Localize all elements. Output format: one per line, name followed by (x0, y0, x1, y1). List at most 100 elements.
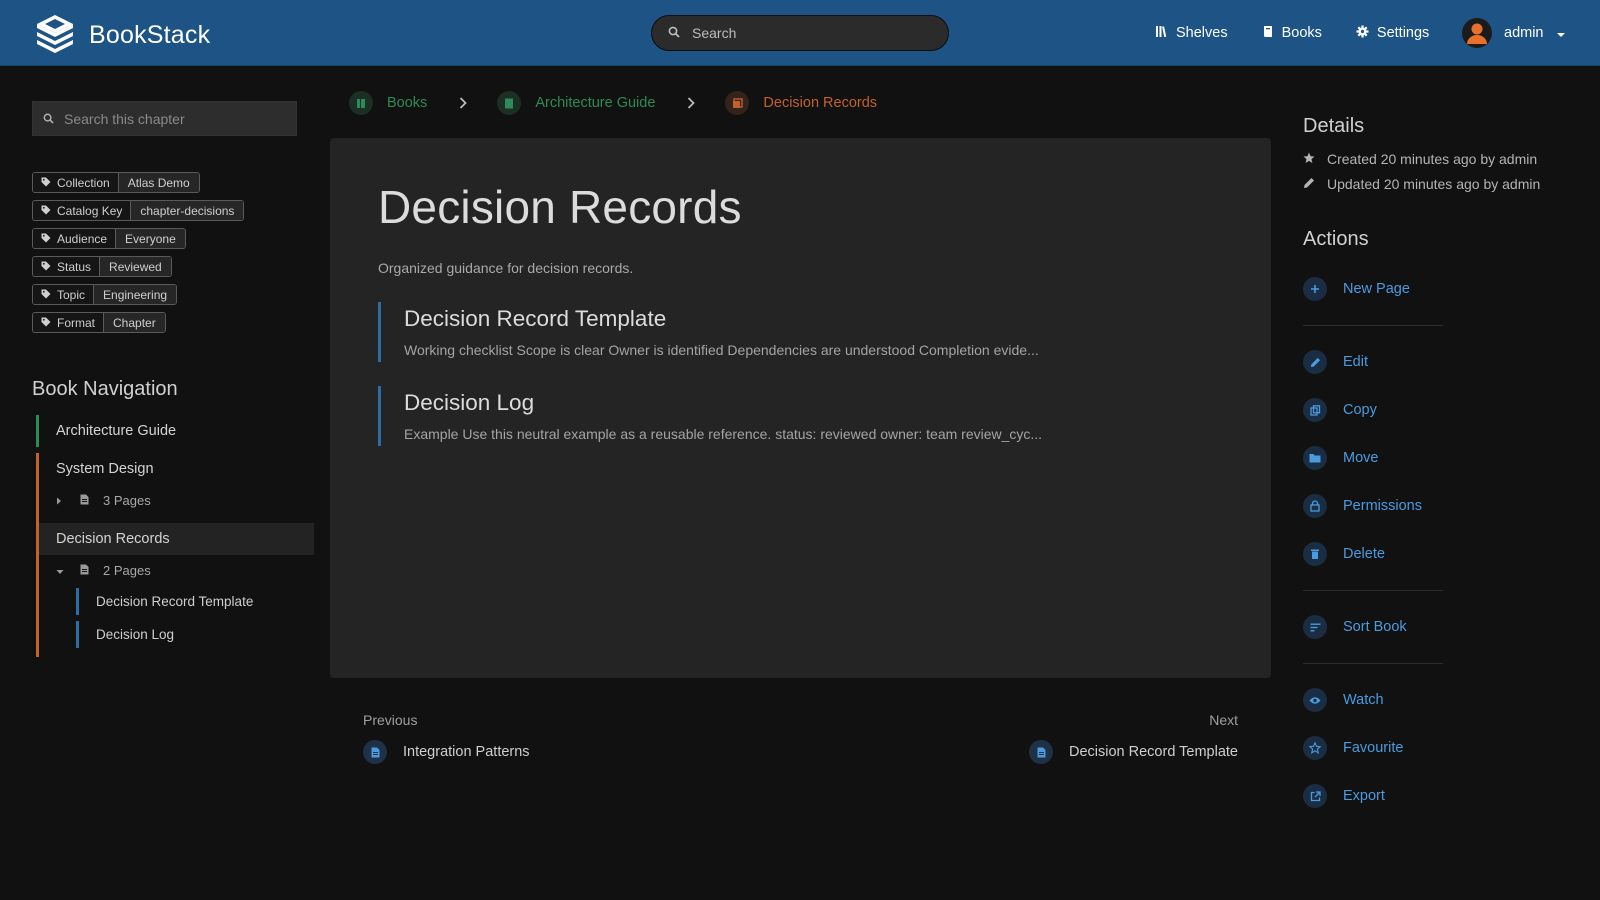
actions-list: New Page Edit Copy Move Permissions Dele… (1303, 265, 1593, 820)
watch-action[interactable]: Watch (1303, 676, 1593, 724)
chapter-content: Decision Records Organized guidance for … (330, 138, 1271, 678)
tag-value[interactable]: Engineering (93, 285, 177, 304)
tag[interactable]: Audience Everyone (32, 228, 186, 249)
edit-action[interactable]: Edit (1303, 338, 1593, 386)
avatar (1462, 18, 1492, 48)
books-icon (349, 91, 373, 115)
pencil-icon (1303, 176, 1315, 192)
tag[interactable]: Format Chapter (32, 312, 166, 333)
nav-page-link[interactable]: Decision Log (76, 618, 314, 651)
divider (1303, 663, 1443, 664)
page-entry-title[interactable]: Decision Record Template (404, 302, 1223, 332)
new-page-action[interactable]: New Page (1303, 265, 1593, 313)
chapter-search[interactable] (32, 101, 297, 136)
tag-icon (41, 176, 51, 190)
nav-books[interactable]: Books (1262, 25, 1322, 42)
nav-chapter-link[interactable]: System Design (56, 453, 314, 485)
page-entry[interactable]: Decision Record Template Working checkli… (378, 302, 1223, 362)
nav-book-link[interactable]: Architecture Guide (56, 415, 314, 447)
page-icon (1029, 740, 1054, 764)
chapter-pages-count: 2 Pages (103, 562, 151, 578)
move-action[interactable]: Move (1303, 434, 1593, 482)
tag-value[interactable]: Atlas Demo (117, 173, 199, 192)
sort-book-action[interactable]: Sort Book (1303, 603, 1593, 651)
updated-info: Updated 20 minutes ago by admin (1303, 176, 1593, 192)
breadcrumb-book-label: Architecture Guide (535, 95, 656, 111)
previous-link[interactable]: Integration Patterns (363, 740, 530, 764)
nav-chapter-item-active: Decision Records 2 Pages Decision Record… (32, 523, 314, 657)
pencil-icon (1303, 350, 1327, 374)
chapter-page-list: Decision Record Template Decision Log (32, 585, 314, 657)
nav-books-label: Books (1281, 25, 1322, 41)
nav-chapter-link[interactable]: Decision Records (56, 523, 314, 555)
new-page-label: New Page (1343, 281, 1410, 297)
actions-title: Actions (1303, 228, 1369, 250)
chapter-search-input[interactable] (64, 110, 284, 127)
tag-name: Format (57, 315, 96, 330)
nav-settings[interactable]: Settings (1356, 25, 1429, 42)
top-header: BookStack Shelves Books Settings (0, 0, 1600, 66)
trash-icon (1303, 542, 1327, 566)
permissions-label: Permissions (1343, 498, 1422, 514)
tag-value[interactable]: Everyone (115, 229, 185, 248)
app-logo[interactable]: BookStack (33, 14, 210, 57)
chapter-pages-toggle[interactable]: 2 Pages (32, 555, 314, 585)
tag[interactable]: Topic Engineering (32, 284, 178, 305)
plus-icon (1303, 277, 1327, 301)
prev-next-nav: Previous Integration Patterns Next Decis… (363, 712, 1238, 772)
book-navigation: Architecture Guide System Design 3 Pages… (32, 415, 314, 657)
copy-label: Copy (1343, 402, 1377, 418)
nav-page-link[interactable]: Decision Record Template (76, 585, 314, 618)
breadcrumb-book[interactable]: Architecture Guide (497, 91, 655, 115)
page-entry-title[interactable]: Decision Log (404, 386, 1223, 416)
caret-down-icon (1556, 25, 1566, 41)
breadcrumb-books[interactable]: Books (349, 91, 427, 115)
chapter-pages-toggle[interactable]: 3 Pages (56, 485, 314, 515)
global-search[interactable] (651, 15, 949, 51)
tag-value[interactable]: chapter-decisions (130, 201, 244, 220)
tag[interactable]: Status Reviewed (32, 256, 172, 277)
user-name: admin (1504, 25, 1544, 41)
breadcrumb-chapter[interactable]: Decision Records (725, 91, 877, 115)
next-link[interactable]: Decision Record Template (1029, 740, 1238, 764)
divider (1303, 325, 1443, 326)
tag[interactable]: Collection Atlas Demo (32, 172, 200, 193)
chapter-icon (725, 91, 750, 115)
right-sidebar: Details Created 20 minutes ago by admin … (1303, 115, 1593, 820)
chapter-description: Organized guidance for decision records. (378, 260, 634, 276)
copy-action[interactable]: Copy (1303, 386, 1593, 434)
previous-section: Previous Integration Patterns (363, 712, 530, 764)
lock-icon (1303, 494, 1327, 518)
delete-action[interactable]: Delete (1303, 530, 1593, 578)
book-navigation-title: Book Navigation (32, 378, 178, 400)
created-info: Created 20 minutes ago by admin (1303, 151, 1593, 167)
sort-icon (1303, 615, 1327, 639)
tag[interactable]: Catalog Key chapter-decisions (32, 200, 245, 221)
favourite-action[interactable]: Favourite (1303, 724, 1593, 772)
export-action[interactable]: Export (1303, 772, 1593, 820)
global-search-input[interactable] (692, 25, 922, 41)
app-name: BookStack (89, 21, 211, 49)
next-label: Next (1209, 712, 1238, 728)
tag-value[interactable]: Chapter (103, 313, 165, 332)
tag-list: Collection Atlas Demo Catalog Key chapte… (32, 172, 314, 333)
user-menu[interactable]: admin (1462, 18, 1566, 48)
tag-name: Collection (57, 175, 110, 190)
search-icon (43, 111, 54, 127)
tag-value[interactable]: Reviewed (99, 257, 171, 276)
nav-shelves[interactable]: Shelves (1155, 25, 1228, 42)
tag-icon (41, 260, 51, 274)
tag-icon (41, 204, 51, 218)
tag-name: Catalog Key (57, 203, 123, 218)
page-entry-excerpt: Working checklist Scope is clear Owner i… (404, 342, 1039, 358)
breadcrumb-books-label: Books (387, 95, 428, 111)
favourite-label: Favourite (1343, 740, 1404, 756)
page-icon (80, 563, 89, 578)
updated-text: Updated 20 minutes ago by admin (1327, 176, 1541, 192)
permissions-action[interactable]: Permissions (1303, 482, 1593, 530)
nav-page-label: Decision Record Template (96, 594, 254, 609)
created-text: Created 20 minutes ago by admin (1327, 151, 1538, 167)
tag-icon (41, 232, 51, 246)
tag-name: Topic (57, 287, 86, 302)
page-entry[interactable]: Decision Log Example Use this neutral ex… (378, 386, 1223, 446)
